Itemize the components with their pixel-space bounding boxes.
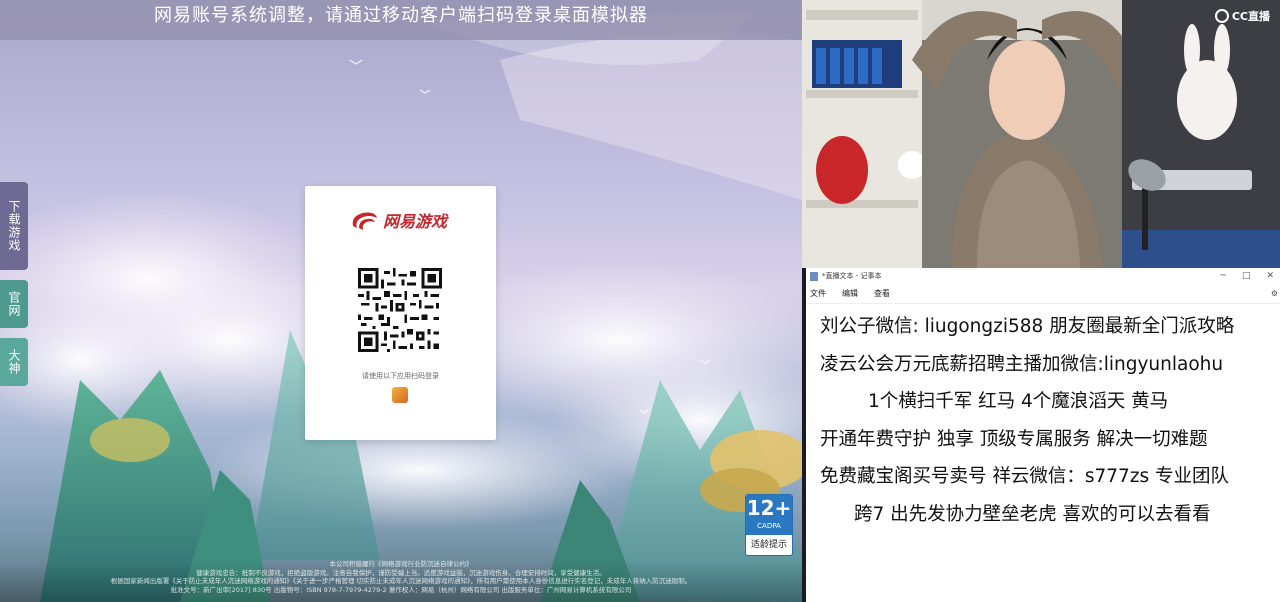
notepad-title: *直播文本 - 记事本 (822, 272, 882, 280)
dashen-app-icon (392, 387, 408, 403)
qr-scan-hint: 请使用以下应用扫码登录 (362, 372, 439, 380)
menu-file[interactable]: 文件 (810, 288, 826, 299)
legal-footer: 本公司积极履行《网络游戏行业防沉迷自律公约》 健康游戏忠告：抵制不良游戏，拒绝盗… (0, 560, 802, 602)
window-controls: ─ □ ✕ (1221, 268, 1274, 284)
notepad-window[interactable]: *直播文本 - 记事本 ─ □ ✕ 文件 编辑 查看 ⚙ 刘公子微信: liug… (806, 268, 1280, 602)
brand-text: 网易游戏 (383, 212, 448, 231)
cc-logo-icon (1214, 9, 1229, 23)
maximize-icon[interactable]: □ (1242, 268, 1251, 284)
platform-name: CC直播 (1231, 10, 1270, 23)
download-game-tab[interactable]: 下载游戏 (0, 182, 28, 270)
account-notice-bar: 网易账号系统调整，请通过移动客户端扫码登录桌面模拟器 (0, 0, 802, 40)
age-rating-label: 适龄提示 (750, 540, 787, 550)
notepad-line: 免费藏宝阁买号卖号 祥云微信：s777zs 专业团队 (820, 466, 1230, 487)
minimize-icon[interactable]: ─ (1221, 268, 1226, 284)
login-qr-code (352, 262, 448, 358)
official-site-tab[interactable]: 官网 (0, 280, 28, 328)
age-rating-org: CADPA (757, 522, 781, 530)
notepad-line: 1个横扫千军 红马 4个魔浪滔天 黄马 (868, 391, 1169, 412)
notepad-line: 跨7 出先发协力壁垒老虎 喜欢的可以去看看 (854, 503, 1211, 525)
menu-view[interactable]: 查看 (874, 288, 890, 299)
age-rating-number: 12+ (746, 496, 792, 520)
notepad-text-area[interactable]: 刘公子微信: liugongzi588 朋友圈最新全门派攻略 凌云公会万元底薪招… (806, 304, 1280, 539)
netease-logo-icon (352, 212, 377, 230)
footer-line: 批准文号：新广出审[2017] 830号 出版物号：ISBN 978-7-797… (170, 585, 632, 594)
netease-games-brand: 网易游戏 (349, 208, 447, 232)
notepad-line: 凌云公会万元底薪招聘主播加微信:lingyunlaohu (820, 353, 1224, 375)
qr-login-card: 网易游戏 请使用以下应用扫码登录 (305, 186, 496, 440)
footer-line: 本公司积极履行《网络游戏行业防沉迷自律公约》 (329, 560, 473, 568)
close-icon[interactable]: ✕ (1266, 268, 1274, 284)
footer-line: 根据国家新闻出版署《关于防止未成年人沉迷网络游戏的通知》《关于进一步严格管理 切… (110, 577, 692, 585)
notepad-icon (810, 271, 818, 281)
webcam-scene (802, 0, 1280, 268)
platform-logo: CC直播 (1214, 8, 1270, 24)
notepad-menubar: 文件 编辑 查看 ⚙ (806, 284, 1280, 304)
dashen-tab[interactable]: 大神 (0, 338, 28, 386)
age-rating-badge: 12+ CADPA 适龄提示 (745, 494, 793, 556)
notepad-line: 开通年费守护 独享 顶级专属服务 解决一切难题 (820, 428, 1208, 450)
settings-gear-icon[interactable]: ⚙ (1271, 289, 1278, 298)
notepad-titlebar[interactable]: *直播文本 - 记事本 ─ □ ✕ (806, 268, 1280, 284)
notepad-line: 刘公子微信: liugongzi588 朋友圈最新全门派攻略 (820, 316, 1235, 337)
menu-edit[interactable]: 编辑 (842, 288, 858, 299)
footer-line: 健康游戏忠告：抵制不良游戏，拒绝盗版游戏。注意自我保护，谨防受骗上当。适度游戏益… (196, 568, 606, 577)
game-window: 网易账号系统调整，请通过移动客户端扫码登录桌面模拟器 下载游戏 官网 大神 网易… (0, 0, 802, 602)
streamer-webcam: CC直播 (802, 0, 1280, 268)
